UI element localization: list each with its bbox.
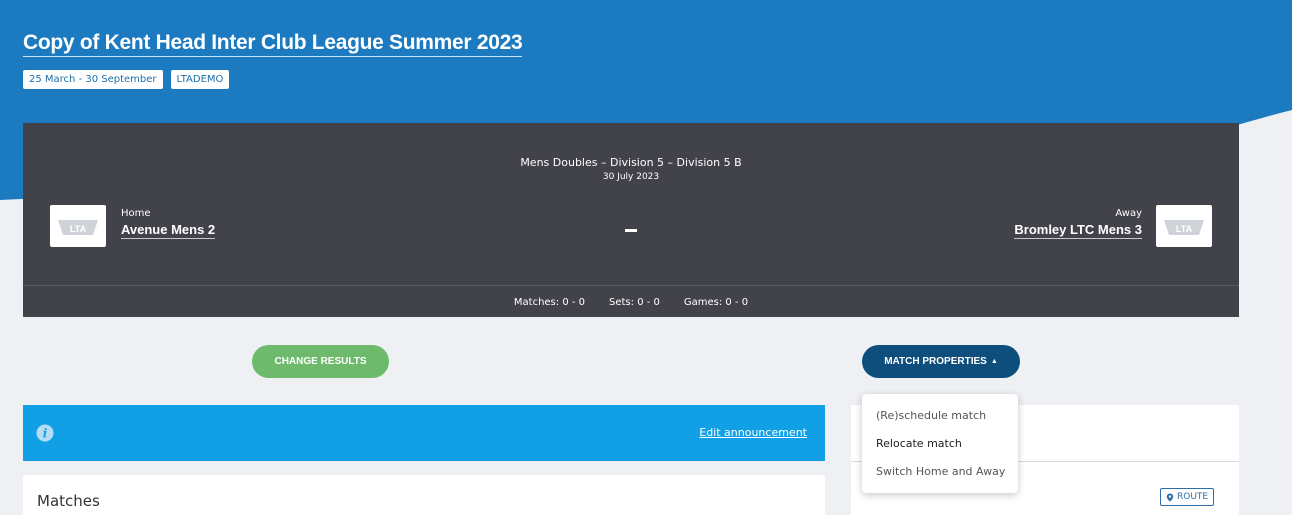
away-team-logo[interactable]: LTA xyxy=(1156,205,1212,247)
home-team: Home Avenue Mens 2 xyxy=(121,208,216,239)
announcement-bar: i Edit announcement xyxy=(23,405,825,461)
league-title[interactable]: Copy of Kent Head Inter Club League Summ… xyxy=(23,31,523,57)
location-pin-icon xyxy=(1166,493,1174,502)
match-panel: Mens Doubles – Division 5 – Division 5 B… xyxy=(23,123,1239,317)
date-range-chip: 25 March - 30 September xyxy=(23,70,163,89)
org-code-chip[interactable]: LTADEMO xyxy=(170,70,230,89)
route-button[interactable]: ROUTE xyxy=(1160,488,1215,506)
home-label: Home xyxy=(121,208,151,219)
away-team: Away Bromley LTC Mens 3 xyxy=(1014,208,1142,239)
menu-item-reschedule[interactable]: (Re)schedule match xyxy=(876,409,986,422)
lta-logo-icon: LTA xyxy=(1164,220,1204,235)
match-meta: Mens Doubles – Division 5 – Division 5 B… xyxy=(23,156,1239,182)
matches-card: Matches xyxy=(23,475,825,515)
league-chips: 25 March - 30 September LTADEMO xyxy=(23,70,230,89)
matches-stat: Matches: 0 - 0 xyxy=(513,296,586,308)
match-properties-menu: (Re)schedule match Relocate match Switch… xyxy=(862,394,1018,493)
away-label: Away xyxy=(1115,208,1142,219)
match-stats: Matches: 0 - 0 Sets: 0 - 0 Games: 0 - 0 xyxy=(23,285,1239,318)
games-stat: Games: 0 - 0 xyxy=(683,296,749,308)
score-separator xyxy=(625,229,637,232)
match-properties-button[interactable]: MATCH PROPERTIES ▲ xyxy=(862,345,1020,378)
home-team-logo[interactable]: LTA xyxy=(50,205,106,247)
matches-section-title: Matches xyxy=(37,492,100,510)
home-team-name[interactable]: Avenue Mens 2 xyxy=(121,222,216,239)
home-logo-text: LTA xyxy=(70,224,87,234)
caret-up-icon: ▲ xyxy=(990,358,998,365)
away-logo-text: LTA xyxy=(1176,224,1193,234)
away-team-name[interactable]: Bromley LTC Mens 3 xyxy=(1014,222,1142,239)
competition-label: Mens Doubles – Division 5 – Division 5 B xyxy=(520,156,742,169)
match-properties-label: MATCH PROPERTIES xyxy=(884,356,987,367)
route-label: ROUTE xyxy=(1177,492,1209,502)
menu-item-relocate[interactable]: Relocate match xyxy=(876,437,962,450)
menu-item-switch-home-away[interactable]: Switch Home and Away xyxy=(876,465,1005,478)
change-results-button[interactable]: CHANGE RESULTS xyxy=(252,345,389,378)
info-icon: i xyxy=(36,424,54,442)
edit-announcement-link[interactable]: Edit announcement xyxy=(699,426,807,439)
match-date: 30 July 2023 xyxy=(602,172,660,182)
lta-logo-icon: LTA xyxy=(58,220,98,235)
sets-stat: Sets: 0 - 0 xyxy=(609,296,660,308)
svg-text:i: i xyxy=(43,427,48,441)
